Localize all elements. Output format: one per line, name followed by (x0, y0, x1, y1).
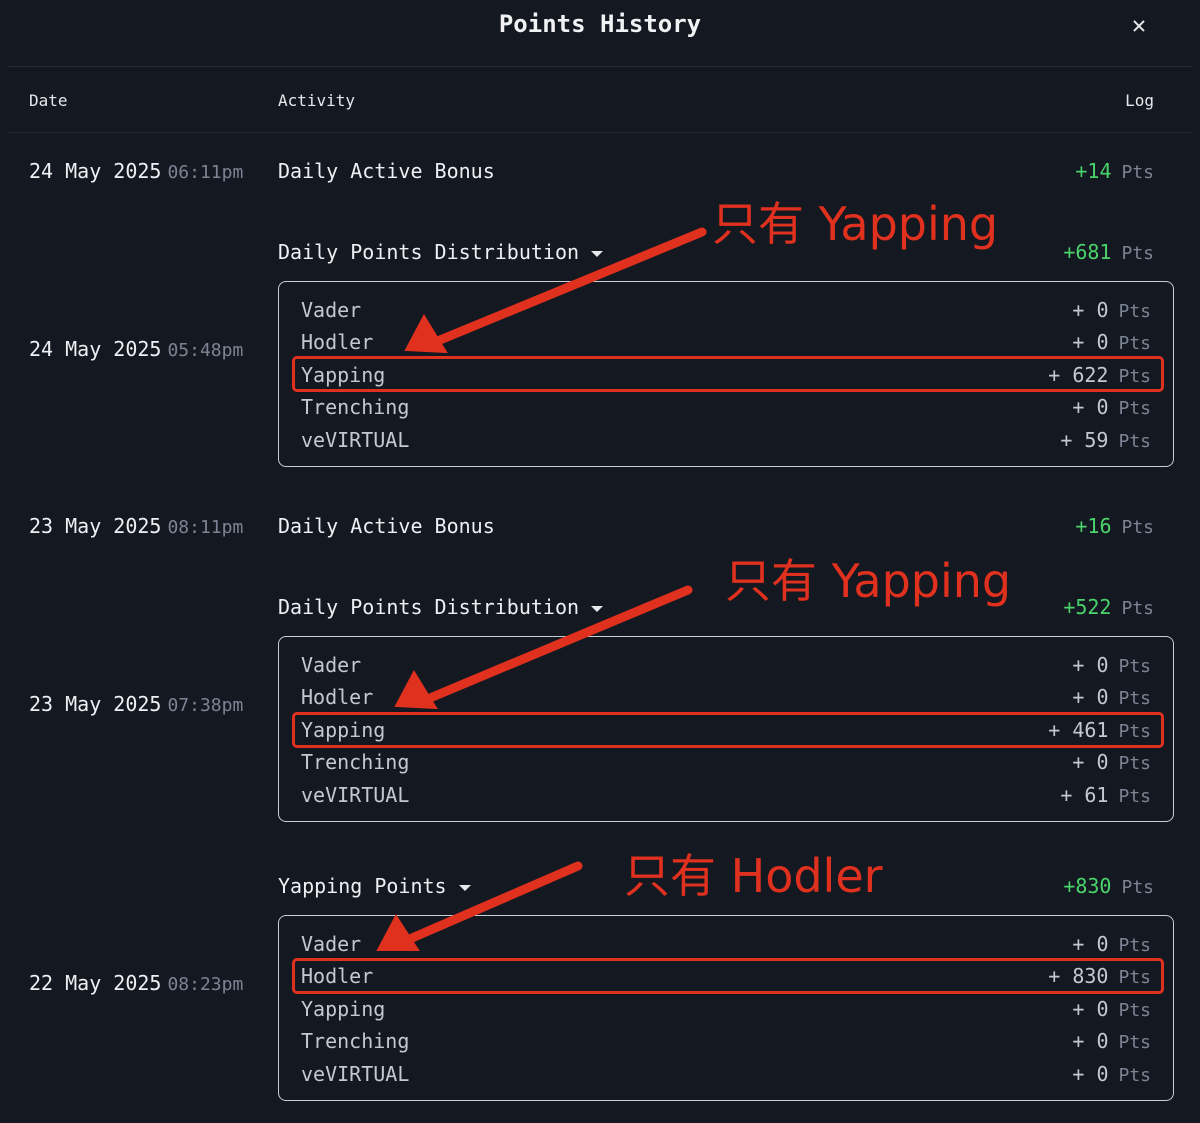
arrow-line (407, 861, 583, 943)
arrow-head (394, 669, 438, 710)
arrow-line (425, 585, 693, 703)
arrow-head (404, 313, 448, 354)
arrow-head (376, 914, 420, 951)
arrow-line (435, 227, 707, 345)
annotation-arrows (376, 227, 707, 951)
